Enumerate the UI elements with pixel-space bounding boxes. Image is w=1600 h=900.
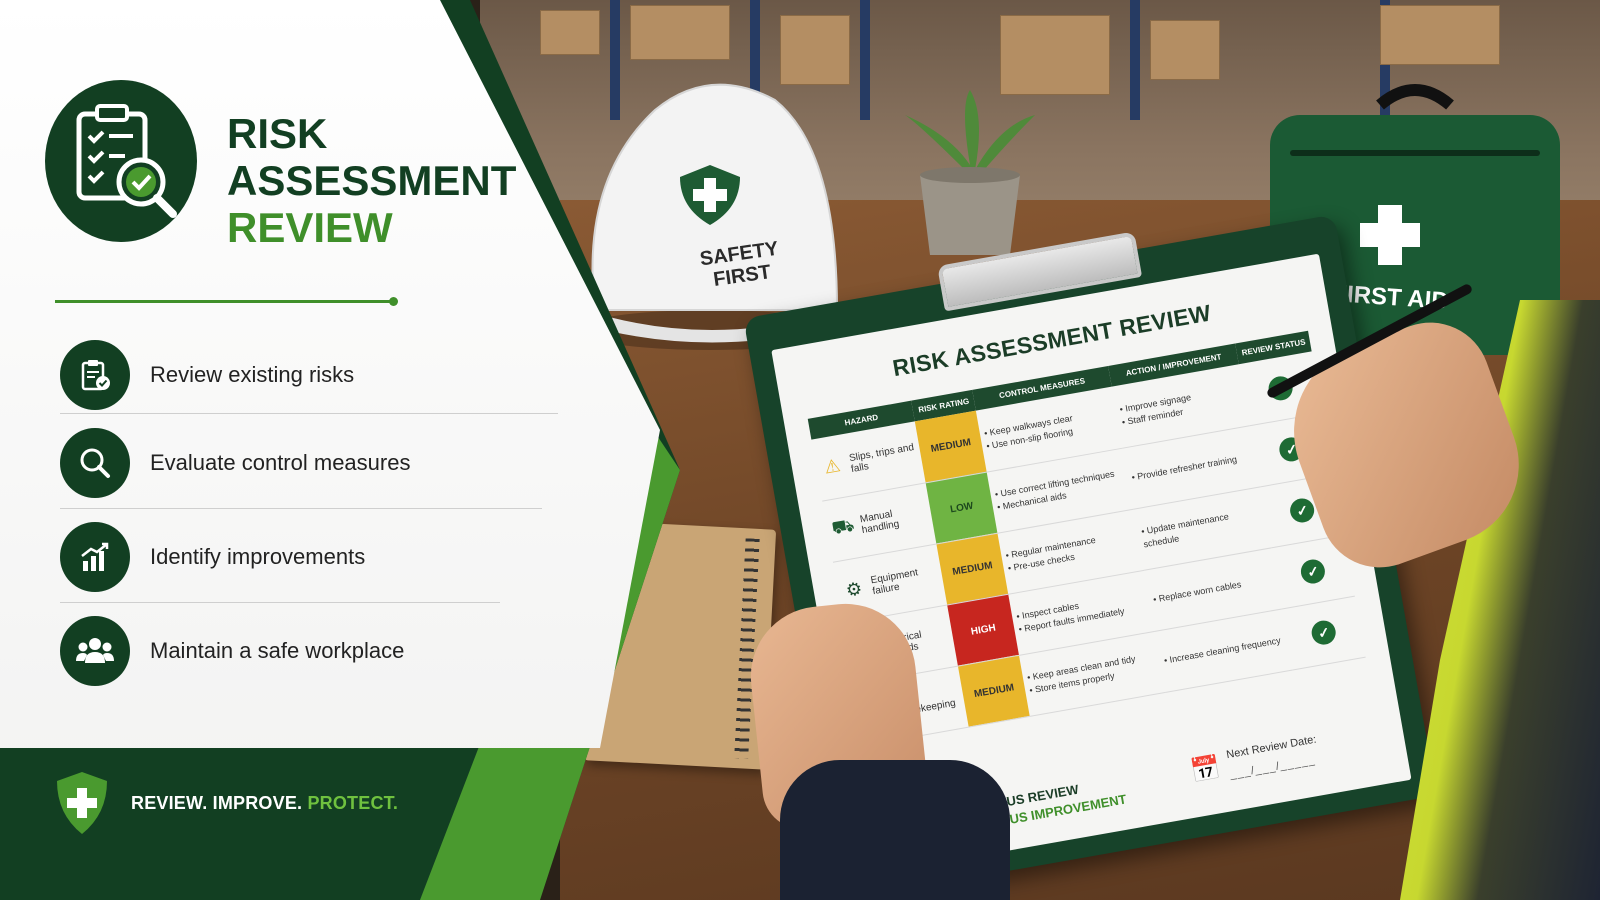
tagline: REVIEW. IMPROVE. PROTECT. — [55, 770, 398, 836]
divider — [60, 602, 500, 603]
left-sleeve — [780, 760, 1010, 900]
divider — [60, 413, 558, 414]
shelf-rack — [860, 0, 870, 120]
hazard-name: Slips, trips and falls — [848, 441, 915, 475]
tagline-part1: REVIEW. IMPROVE. — [131, 792, 303, 813]
warehouse-box — [1380, 5, 1500, 65]
logo — [45, 80, 197, 242]
risk-rating-badge: MEDIUM — [936, 532, 1009, 605]
checklist-label: Identify improvements — [150, 544, 366, 569]
magnifier-icon — [60, 428, 130, 498]
bar-chart-up-icon — [60, 522, 130, 592]
lifting-person-icon: ⛟ — [830, 514, 856, 539]
title-line3: REVIEW — [227, 204, 393, 251]
risk-rating-badge: MEDIUM — [958, 654, 1030, 727]
action-item: • Update maintenance schedule — [1140, 511, 1230, 550]
title-line1: RISK — [227, 110, 328, 157]
people-icon — [60, 616, 130, 686]
warehouse-box — [1150, 20, 1220, 80]
calendar-icon: 📅 — [1188, 753, 1223, 786]
potted-plant — [905, 90, 1035, 255]
action-item: • Provide refresher training — [1130, 453, 1238, 482]
risk-rating-badge: MEDIUM — [915, 410, 987, 483]
risk-rating-badge: HIGH — [947, 593, 1020, 666]
hazard-name: Equipment failure — [869, 567, 919, 598]
tagline-text: REVIEW. IMPROVE. PROTECT. — [131, 793, 398, 814]
title-divider — [55, 297, 398, 306]
checklist-label: Review existing risks — [150, 362, 355, 387]
checklist-label: Maintain a safe workplace — [150, 638, 405, 663]
check-icon: ✓ — [1288, 496, 1317, 525]
gear-icon: ⚙ — [844, 577, 864, 601]
check-icon: ✓ — [1299, 557, 1328, 586]
left-panel: RISK ASSESSMENT REVIEW Review existing r… — [0, 0, 680, 900]
checklist-label: Evaluate control measures — [150, 450, 411, 475]
warning-icon: ⚠ — [822, 455, 843, 478]
divider — [60, 508, 542, 509]
checklist-item: Identify improvements — [60, 522, 365, 592]
check-icon: ✓ — [1310, 618, 1338, 647]
page-title: RISK ASSESSMENT REVIEW — [227, 110, 516, 251]
title-line2: ASSESSMENT — [227, 157, 517, 204]
warehouse-box — [1000, 15, 1110, 95]
shelf-rack — [1130, 0, 1140, 120]
hazard-name: Manual handling — [859, 508, 901, 537]
clipboard-magnifier-icon — [76, 104, 177, 218]
checklist-item: Maintain a safe workplace — [60, 616, 404, 686]
action-item: • Increase cleaning frequency — [1163, 634, 1282, 666]
checklist-item: Evaluate control measures — [60, 428, 410, 498]
checklist-item: Review existing risks — [60, 340, 354, 410]
action-item: • Replace worn cables — [1152, 578, 1242, 605]
shield-plus-icon — [57, 772, 107, 834]
tagline-part2: PROTECT. — [307, 792, 399, 813]
risk-rating-badge: LOW — [925, 471, 998, 544]
clipboard-check-icon — [60, 340, 130, 410]
